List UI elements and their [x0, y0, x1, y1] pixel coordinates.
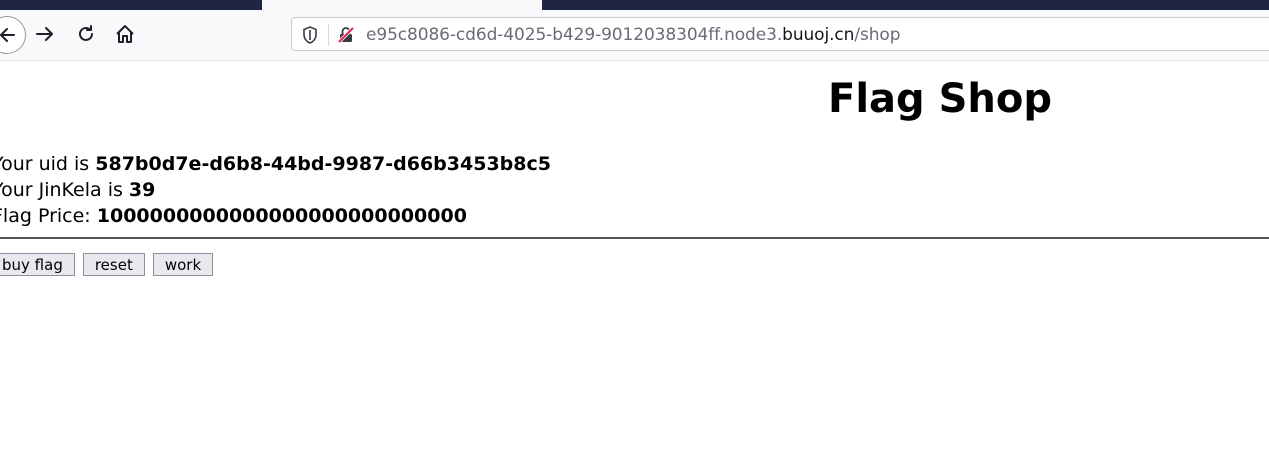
tab-strip — [0, 0, 1269, 10]
navigation-toolbar: e95c8086-cd6d-4025-b429-9012038304ff.nod… — [0, 10, 1269, 61]
uid-label: Your uid is — [0, 153, 96, 175]
back-button[interactable] — [0, 16, 26, 54]
url-text[interactable]: e95c8086-cd6d-4025-b429-9012038304ff.nod… — [366, 25, 901, 45]
insecure-lock-icon[interactable] — [337, 26, 355, 48]
buy-flag-button[interactable]: buy flag — [0, 253, 75, 276]
uid-value: 587b0d7e-d6b8-44bd-9987-d66b3453b8c5 — [95, 153, 551, 175]
reset-button[interactable]: reset — [82, 253, 145, 276]
urlbar-separator — [328, 24, 329, 46]
action-buttons: buy flag reset work — [0, 253, 214, 276]
jinkela-value: 39 — [128, 179, 156, 201]
work-button[interactable]: work — [152, 253, 214, 276]
url-domain: buuoj.cn — [782, 25, 855, 45]
back-arrow-icon — [0, 28, 15, 42]
url-subdomain: e95c8086-cd6d-4025-b429-9012038304ff.nod… — [366, 25, 783, 45]
jinkela-line: Your JinKela is 39 — [0, 177, 551, 203]
url-bar[interactable]: e95c8086-cd6d-4025-b429-9012038304ff.nod… — [291, 17, 1269, 51]
active-tab[interactable] — [262, 0, 542, 10]
uid-line: Your uid is 587b0d7e-d6b8-44bd-9987-d66b… — [0, 151, 551, 177]
tracking-shield-icon[interactable] — [302, 26, 318, 48]
account-info: Your uid is 587b0d7e-d6b8-44bd-9987-d66b… — [0, 151, 551, 229]
forward-arrow-icon — [36, 27, 53, 41]
price-line: Flag Price: 1000000000000000000000000000 — [0, 203, 551, 229]
home-icon — [116, 25, 134, 43]
reload-icon — [79, 25, 93, 41]
jinkela-label: Your JinKela is — [0, 179, 129, 201]
divider — [0, 237, 1269, 239]
home-button[interactable] — [108, 17, 142, 51]
reload-button[interactable] — [69, 17, 103, 51]
price-label: Flag Price: — [0, 205, 97, 227]
page-title: Flag Shop — [828, 76, 1052, 122]
price-value: 1000000000000000000000000000 — [96, 205, 467, 227]
url-path: /shop — [854, 25, 901, 45]
forward-button[interactable] — [28, 17, 62, 51]
